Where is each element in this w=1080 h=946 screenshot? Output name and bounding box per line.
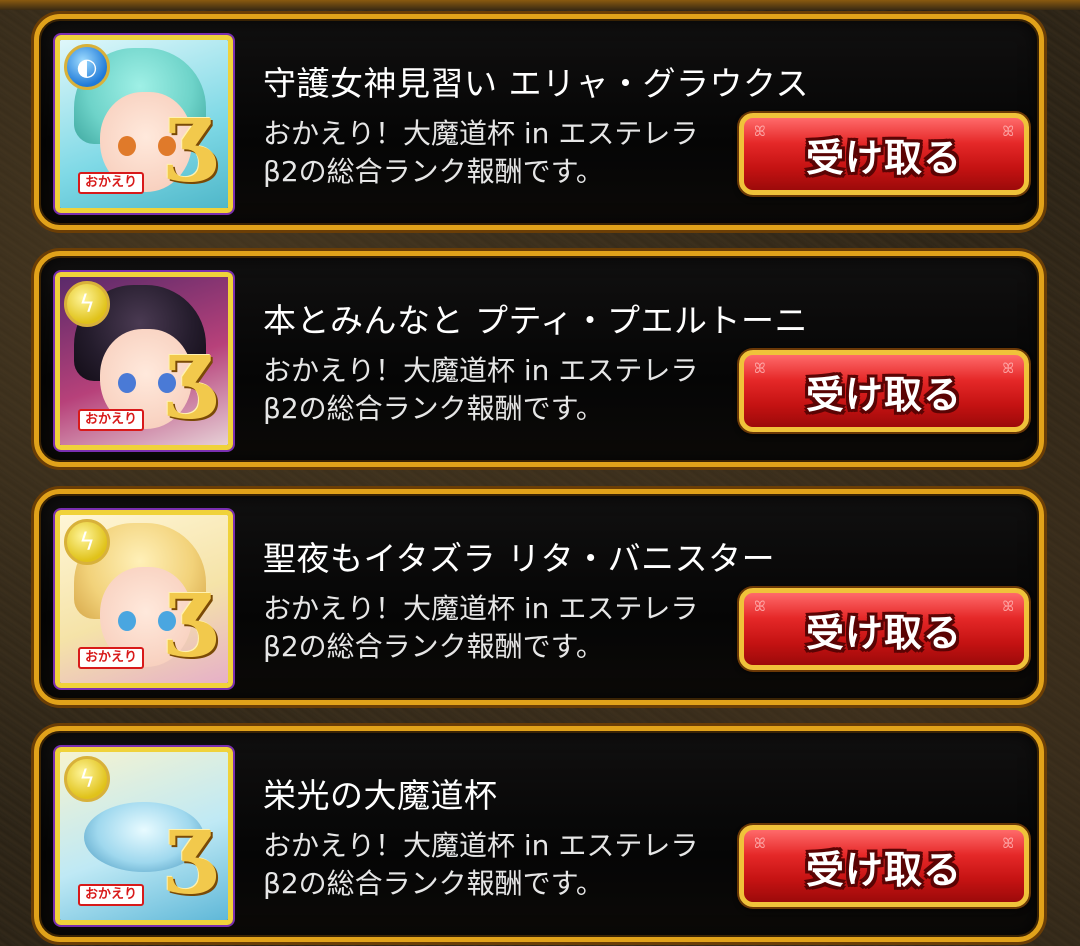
reward-title: 本とみんなと プティ・プエルトーニ xyxy=(263,301,809,340)
okaeri-badge: おかえり xyxy=(78,172,145,194)
reward-card: ϟ Ʒ おかえり 聖夜もイタズラ リタ・バニスター おかえり！大魔道杯 in エ… xyxy=(34,489,1044,705)
card-art-eye xyxy=(118,136,136,156)
claim-button-label: 受け取る xyxy=(805,372,962,417)
okaeri-badge: おかえり xyxy=(78,409,145,431)
card-art-eye xyxy=(118,373,136,393)
swirl-decoration-icon: ꕤ xyxy=(754,361,766,377)
reward-description: おかえり！大魔道杯 in エステレラβ2の総合ランク報酬です。 xyxy=(263,117,699,188)
reward-description: おかえり！大魔道杯 in エステレラβ2の総合ランク報酬です。 xyxy=(263,354,699,425)
card-frame-ornament-icon: Ʒ xyxy=(164,813,222,914)
swirl-decoration-icon: ꕤ xyxy=(1002,599,1014,615)
swirl-decoration-icon: ꕤ xyxy=(754,836,766,852)
card-frame-ornament-icon: Ʒ xyxy=(164,338,222,439)
reward-description: おかえり！大魔道杯 in エステレラβ2の総合ランク報酬です。 xyxy=(263,829,699,900)
card-art-eye xyxy=(118,611,136,631)
claim-button[interactable]: ꕤ ꕤ 受け取る xyxy=(739,113,1029,195)
reward-card: ◐ Ʒ おかえり 守護女神見習い エリャ・グラウクス おかえり！大魔道杯 in … xyxy=(34,14,1044,230)
swirl-decoration-icon: ꕤ xyxy=(754,124,766,140)
thunder-orb-icon: ϟ xyxy=(64,281,110,327)
reward-list: ◐ Ʒ おかえり 守護女神見習い エリャ・グラウクス おかえり！大魔道杯 in … xyxy=(0,0,1080,946)
reward-title: 栄光の大魔道杯 xyxy=(263,776,498,815)
swirl-decoration-icon: ꕤ xyxy=(1002,361,1014,377)
claim-button-label: 受け取る xyxy=(805,135,962,180)
swirl-decoration-icon: ꕤ xyxy=(1002,124,1014,140)
claim-button[interactable]: ꕤ ꕤ 受け取る xyxy=(739,825,1029,907)
claim-button[interactable]: ꕤ ꕤ 受け取る xyxy=(739,588,1029,670)
reward-card-thumbnail[interactable]: ϟ Ʒ おかえり xyxy=(55,272,233,450)
thunder-orb-icon: ϟ xyxy=(64,756,110,802)
swirl-decoration-icon: ꕤ xyxy=(1002,836,1014,852)
okaeri-badge: おかえり xyxy=(78,647,145,669)
okaeri-badge: おかえり xyxy=(78,884,145,906)
card-frame-ornament-icon: Ʒ xyxy=(164,101,222,202)
claim-button-label: 受け取る xyxy=(805,847,962,892)
reward-card-thumbnail[interactable]: ϟ Ʒ おかえり xyxy=(55,747,233,925)
reward-card-thumbnail[interactable]: ϟ Ʒ おかえり xyxy=(55,510,233,688)
reward-card-thumbnail[interactable]: ◐ Ʒ おかえり xyxy=(55,35,233,213)
card-frame-ornament-icon: Ʒ xyxy=(164,576,222,677)
claim-button-label: 受け取る xyxy=(805,610,962,655)
reward-description: おかえり！大魔道杯 in エステレラβ2の総合ランク報酬です。 xyxy=(263,592,699,663)
reward-title: 聖夜もイタズラ リタ・バニスター xyxy=(263,539,776,578)
reward-card: ϟ Ʒ おかえり 本とみんなと プティ・プエルトーニ おかえり！大魔道杯 in … xyxy=(34,251,1044,467)
water-orb-icon: ◐ xyxy=(64,44,110,90)
reward-title: 守護女神見習い エリャ・グラウクス xyxy=(263,64,809,103)
thunder-orb-icon: ϟ xyxy=(64,519,110,565)
claim-button[interactable]: ꕤ ꕤ 受け取る xyxy=(739,350,1029,432)
swirl-decoration-icon: ꕤ xyxy=(754,599,766,615)
reward-card: ϟ Ʒ おかえり 栄光の大魔道杯 おかえり！大魔道杯 in エステレラβ2の総合… xyxy=(34,726,1044,942)
